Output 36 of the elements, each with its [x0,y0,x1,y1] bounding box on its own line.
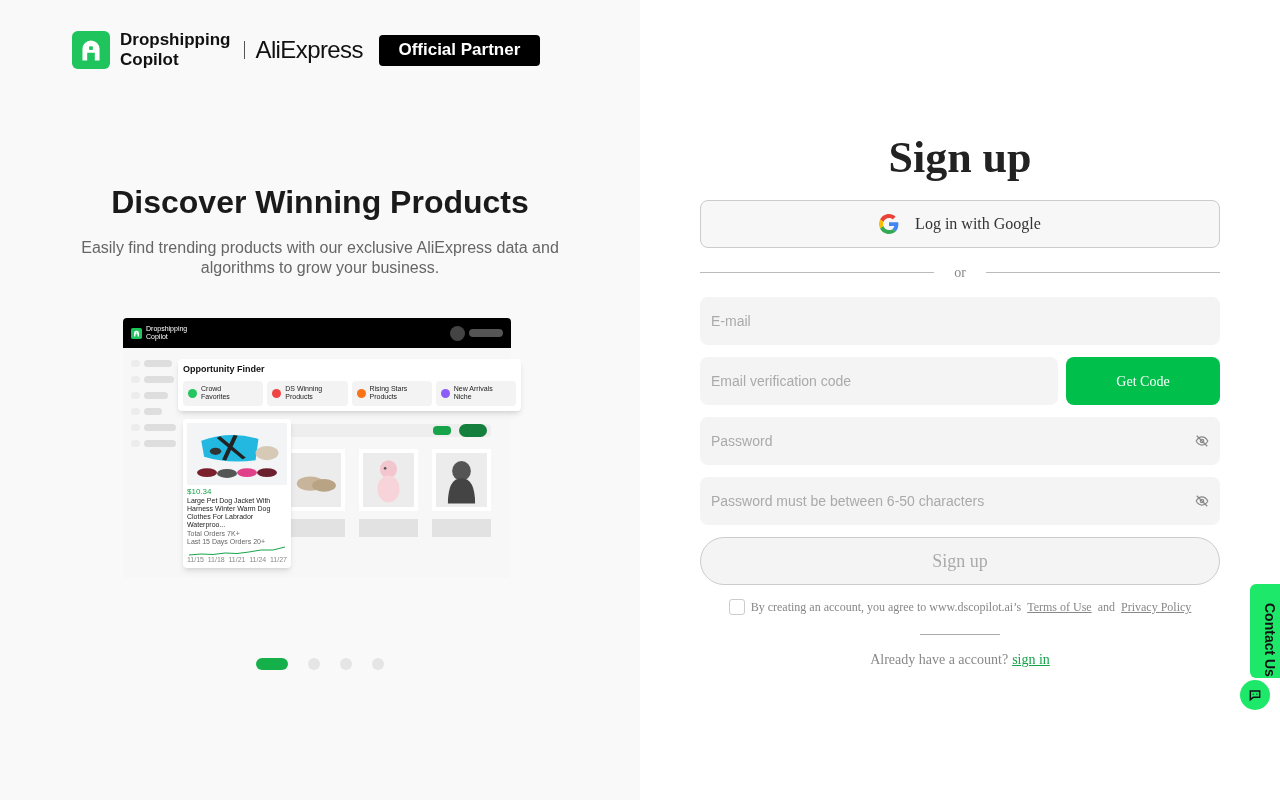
get-code-button[interactable]: Get Code [1066,357,1220,405]
logo-icon [131,327,142,339]
hero-title: Discover Winning Products [111,183,529,222]
email-field[interactable]: E-mail [700,297,1220,345]
menu-label-placeholder [144,424,176,431]
divider-label: or [954,264,966,282]
menu-label-placeholder [144,440,176,447]
password-field[interactable]: Password must be between 6-50 characters [700,477,1220,525]
terms-link[interactable]: Terms of Use [1027,598,1092,616]
google-login-button[interactable]: Log in with Google [700,200,1220,248]
agree-checkbox[interactable] [728,599,745,615]
agree-text: By creating an account, you agree to www.dscopilot.ai’s [750,599,1022,616]
menu-label-placeholder [144,408,162,415]
menu-label-placeholder [144,376,174,383]
google-icon [879,214,900,234]
agree-text: and [1097,599,1115,616]
password-field[interactable]: Password [700,417,1220,465]
privacy-link[interactable]: Privacy Policy [1121,598,1192,616]
signin-prompt: Already have a account? [870,651,1009,669]
panel-title: Opportunity Finder [183,363,266,376]
hidden-eye-icon[interactable] [1195,494,1209,508]
avatar-icon [450,325,465,341]
partner-name: AliExpress [255,35,363,65]
logo-icon [72,31,110,69]
hero-subtitle: Easily find trending products with our exclusive AliExpress data and algorithms to grow your business. [80,238,560,278]
user-placeholder-bar [469,329,503,337]
form-title: Sign up [888,132,1032,184]
menu-label-placeholder [144,392,168,399]
signin-link[interactable]: sign in [1012,649,1050,670]
verification-code-field[interactable]: Email verification code [700,357,1058,405]
contact-us-tab[interactable]: Contact Us [1250,584,1280,678]
hidden-eye-icon[interactable] [1195,434,1209,448]
partner-badge: Official Partner [378,34,540,66]
menu-label-placeholder [144,360,172,367]
brand-name: Dropshipping Copilot [120,30,231,70]
product-price: $10.34 [187,487,213,496]
